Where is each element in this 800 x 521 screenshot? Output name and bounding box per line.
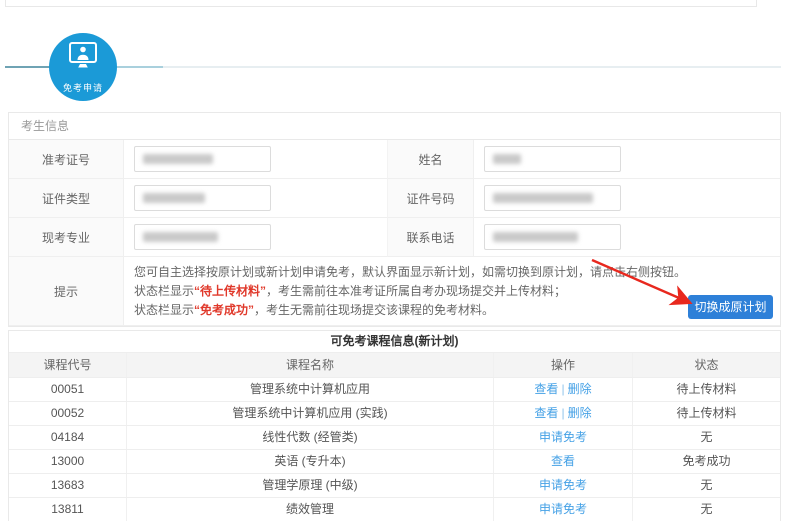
action-view-link[interactable]: 查看 <box>534 406 558 420</box>
hint-label: 提示 <box>9 257 124 326</box>
redacted-value <box>143 232 218 242</box>
page-container: 免考申请 考生信息 准考证号 姓名 证件类型 证件号码 现考专业 <box>0 0 800 521</box>
action-delete-link[interactable]: 删除 <box>568 382 592 396</box>
action-apply-link[interactable]: 申请免考 <box>539 502 587 516</box>
hint-text: 您可自主选择按原计划或新计划申请免考，默认界面显示新计划，如需切换到原计划，请点… <box>124 257 780 326</box>
action-delete-link[interactable]: 删除 <box>568 406 592 420</box>
hint-line-3: 状态栏显示“免考成功”，考生无需前往现场提交该课程的免考材料。 <box>134 301 770 320</box>
field-cell <box>474 140 780 179</box>
major-input[interactable] <box>134 224 271 250</box>
cell-status: 待上传材料 <box>632 402 780 425</box>
field-cell <box>124 218 388 257</box>
table-row: 13811 绩效管理 申请免考 无 <box>9 497 780 521</box>
field-label-id-type: 证件类型 <box>9 179 124 218</box>
cell-name: 英语 (专升本) <box>126 450 493 473</box>
hint-line-2-post: ，考生需前往本准考证所属自考办现场提交并上传材料； <box>266 284 566 298</box>
redacted-value <box>493 232 578 242</box>
table-row: 04184 线性代数 (经管类) 申请免考 无 <box>9 425 780 449</box>
monitor-user-icon <box>63 41 103 78</box>
column-header-code: 课程代号 <box>9 353 126 377</box>
switch-to-original-plan-button[interactable]: 切换成原计划 <box>688 295 773 319</box>
candidate-info-grid: 准考证号 姓名 证件类型 证件号码 现考专业 联系电话 <box>9 140 780 326</box>
table-row: 13000 英语 (专升本) 查看 免考成功 <box>9 449 780 473</box>
step-line-rest <box>163 66 781 68</box>
field-cell <box>124 140 388 179</box>
course-table: 可免考课程信息(新计划) 课程代号 课程名称 操作 状态 00051 管理系统中… <box>8 330 781 521</box>
table-title: 可免考课程信息(新计划) <box>9 331 780 352</box>
top-panel-edge <box>5 0 757 7</box>
cell-name: 管理系统中计算机应用 <box>126 378 493 401</box>
cell-code: 00052 <box>9 402 126 425</box>
field-label-id-number: 证件号码 <box>388 179 474 218</box>
hint-line-2-pre: 状态栏显示 <box>134 284 194 298</box>
action-separator: | <box>561 406 564 420</box>
cell-name: 管理系统中计算机应用 (实践) <box>126 402 493 425</box>
column-header-name: 课程名称 <box>126 353 493 377</box>
hint-line-2: 状态栏显示“待上传材料”，考生需前往本准考证所属自考办现场提交并上传材料； <box>134 282 770 301</box>
action-apply-link[interactable]: 申请免考 <box>539 478 587 492</box>
id-type-input[interactable] <box>134 185 271 211</box>
field-cell <box>124 179 388 218</box>
section-title: 考生信息 <box>9 113 780 140</box>
redacted-value <box>493 154 521 164</box>
cell-code: 13000 <box>9 450 126 473</box>
field-label-major: 现考专业 <box>9 218 124 257</box>
candidate-info-panel: 考生信息 准考证号 姓名 证件类型 证件号码 现考专业 联系电话 <box>8 112 781 327</box>
table-header-row: 课程代号 课程名称 操作 状态 <box>9 352 780 377</box>
field-cell <box>474 179 780 218</box>
table-row: 13683 管理学原理 (中级) 申请免考 无 <box>9 473 780 497</box>
column-header-status: 状态 <box>632 353 780 377</box>
redacted-value <box>143 193 205 203</box>
field-label-name: 姓名 <box>388 140 474 179</box>
field-label-phone: 联系电话 <box>388 218 474 257</box>
field-label-exam-no: 准考证号 <box>9 140 124 179</box>
cell-actions: 申请免考 <box>493 426 632 449</box>
cell-status: 免考成功 <box>632 450 780 473</box>
cell-code: 13811 <box>9 498 126 521</box>
name-input[interactable] <box>484 146 621 172</box>
step-circle-exemption[interactable]: 免考申请 <box>49 33 117 101</box>
redacted-value <box>493 193 593 203</box>
cell-status: 待上传材料 <box>632 378 780 401</box>
cell-actions: 申请免考 <box>493 498 632 521</box>
hint-line-3-post: ，考生无需前往现场提交该课程的免考材料。 <box>254 303 494 317</box>
column-header-action: 操作 <box>493 353 632 377</box>
cell-actions: 查看 <box>493 450 632 473</box>
cell-code: 13683 <box>9 474 126 497</box>
id-number-input[interactable] <box>484 185 621 211</box>
cell-status: 无 <box>632 498 780 521</box>
cell-name: 线性代数 (经管类) <box>126 426 493 449</box>
cell-status: 无 <box>632 474 780 497</box>
cell-name: 管理学原理 (中级) <box>126 474 493 497</box>
cell-status: 无 <box>632 426 780 449</box>
cell-actions: 申请免考 <box>493 474 632 497</box>
cell-actions: 查看| 删除 <box>493 378 632 401</box>
step-label: 免考申请 <box>63 81 103 94</box>
redacted-value <box>143 154 213 164</box>
table-row: 00052 管理系统中计算机应用 (实践) 查看| 删除 待上传材料 <box>9 401 780 425</box>
hint-highlight-success: “免考成功” <box>194 303 254 317</box>
hint-line-1: 您可自主选择按原计划或新计划申请免考，默认界面显示新计划，如需切换到原计划，请点… <box>134 263 770 282</box>
action-apply-link[interactable]: 申请免考 <box>539 430 587 444</box>
action-view-link[interactable]: 查看 <box>534 382 558 396</box>
field-cell <box>474 218 780 257</box>
exam-no-input[interactable] <box>134 146 271 172</box>
cell-actions: 查看| 删除 <box>493 402 632 425</box>
hint-highlight-upload: “待上传材料” <box>194 284 266 298</box>
phone-input[interactable] <box>484 224 621 250</box>
action-separator: | <box>561 382 564 396</box>
hint-line-3-pre: 状态栏显示 <box>134 303 194 317</box>
table-row: 00051 管理系统中计算机应用 查看| 删除 待上传材料 <box>9 377 780 401</box>
cell-code: 00051 <box>9 378 126 401</box>
cell-name: 绩效管理 <box>126 498 493 521</box>
action-view-link[interactable]: 查看 <box>551 454 575 468</box>
cell-code: 04184 <box>9 426 126 449</box>
